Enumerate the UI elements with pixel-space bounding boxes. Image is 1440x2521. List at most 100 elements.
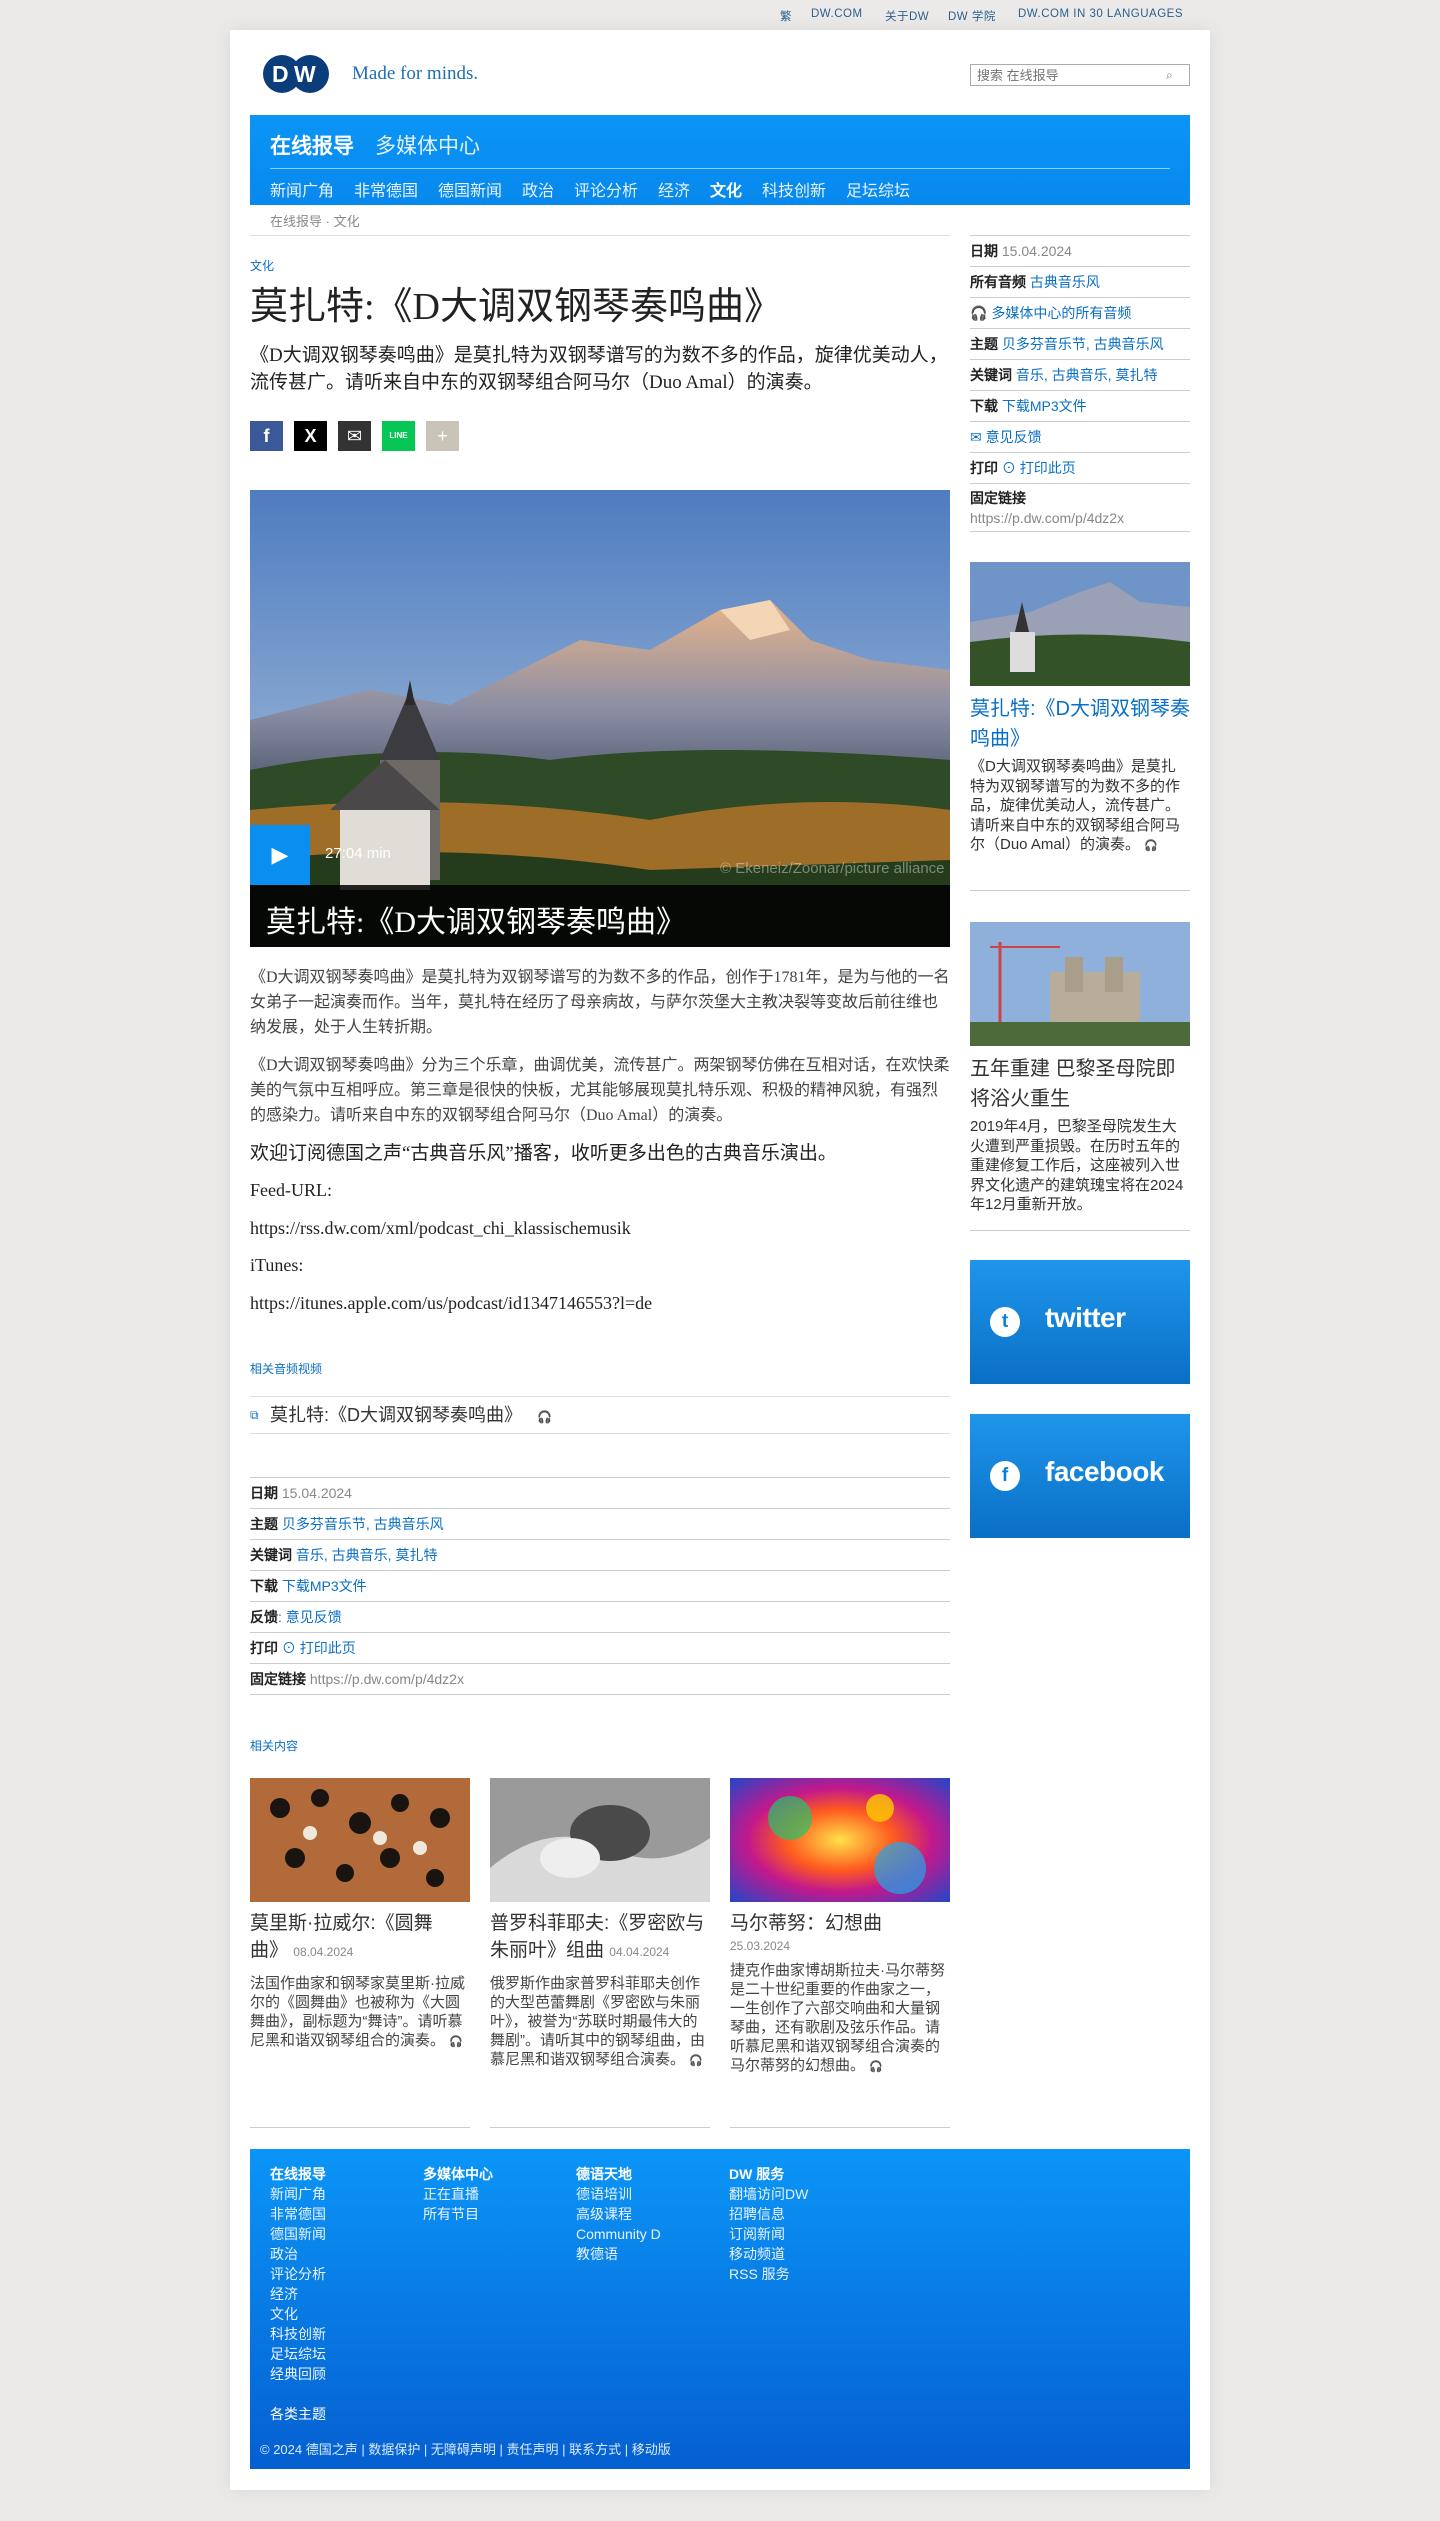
footer-link[interactable]: 所有节目 xyxy=(423,2204,493,2224)
divider xyxy=(970,890,1190,891)
print-link[interactable]: ⊙ 打印此页 xyxy=(282,1640,356,1656)
footer-link[interactable]: 德国新闻 xyxy=(270,2224,326,2244)
traditional-link[interactable]: 繁 xyxy=(780,8,792,24)
about-link[interactable]: 关于DW xyxy=(885,8,929,24)
x-share-icon[interactable]: X xyxy=(294,421,327,451)
dw-logo[interactable]: D W xyxy=(260,50,340,98)
feedback-link[interactable]: ✉ 意见反馈 xyxy=(970,429,1042,445)
info-topic: 主题 贝多芬音乐节, 古典音乐风 xyxy=(250,1509,950,1540)
footer-link[interactable]: 高级课程 xyxy=(576,2204,661,2224)
facebook-share-icon[interactable]: f xyxy=(250,421,283,451)
search-icon[interactable]: ⌕ xyxy=(1166,68,1180,82)
page: D W Made for minds. ⌕ 在线报导 多媒体中心 新闻广角 非常… xyxy=(230,30,1210,2490)
footer-copyright[interactable]: © 2024 德国之声 | 数据保护 | 无障碍声明 | 责任声明 | 联系方式… xyxy=(260,2439,671,2458)
card-text: 俄罗斯作曲家普罗科菲耶夫创作的大型芭蕾舞剧《罗密欧与朱丽叶》，被誉为“苏联时期最… xyxy=(490,1975,705,2068)
search-input[interactable] xyxy=(970,64,1190,86)
footer-link[interactable]: 正在直播 xyxy=(423,2184,493,2204)
footer-link[interactable]: 新闻广角 xyxy=(270,2184,326,2204)
sidebar-thumb[interactable] xyxy=(970,562,1190,686)
download-mp3-link[interactable]: 下载MP3文件 xyxy=(282,1578,367,1594)
sidebar-print: 打印 ⊙ 打印此页 xyxy=(970,453,1190,484)
facebook-banner[interactable]: f facebook xyxy=(970,1414,1190,1538)
sidebar-thumb[interactable] xyxy=(970,922,1190,1046)
footer-link[interactable]: 翻墙访问DW xyxy=(729,2184,808,2204)
article-category[interactable]: 文化 xyxy=(250,257,274,274)
related-av-title: 莫扎特:《D大调双钢琴奏鸣曲》 xyxy=(270,1405,522,1425)
footer-heading[interactable]: DW 服务 xyxy=(729,2164,808,2184)
footer-link[interactable]: 政治 xyxy=(270,2244,326,2264)
nav-item-culture[interactable]: 文化 xyxy=(710,177,742,201)
footer-link[interactable]: 文化 xyxy=(270,2304,326,2324)
hero-caption: 莫扎特:《D大调双钢琴奏鸣曲》 xyxy=(250,885,950,947)
paragraph: 《D大调双钢琴奏鸣曲》分为三个乐章，曲调优美，流传甚广。两架钢琴仿佛在互相对话，… xyxy=(250,1057,950,1124)
footer-link[interactable]: 招聘信息 xyxy=(729,2204,808,2224)
info-keywords: 关键词 音乐, 古典音乐, 莫扎特 xyxy=(250,1540,950,1571)
play-icon[interactable]: ▶ xyxy=(250,825,310,885)
breadcrumb-home[interactable]: 在线报导 xyxy=(270,214,322,229)
keywords-link[interactable]: 音乐, 古典音乐, 莫扎特 xyxy=(296,1547,438,1563)
permalink-value[interactable]: https://p.dw.com/p/4dz2x xyxy=(310,1671,464,1687)
keywords-link[interactable]: 音乐, 古典音乐, 莫扎特 xyxy=(1016,367,1158,383)
footer-heading[interactable]: 德语天地 xyxy=(576,2164,661,2184)
nav-online[interactable]: 在线报导 xyxy=(270,130,354,160)
mail-share-icon[interactable]: ✉ xyxy=(338,421,371,451)
footer-all-topics[interactable]: 各类主题 xyxy=(270,2404,326,2424)
more-share-icon[interactable]: + xyxy=(426,421,459,451)
sidebar-teaser-text: 《D大调双钢琴奏鸣曲》是莫扎特为双钢琴谱写的为数不多的作品，旋律优美动人，流传甚… xyxy=(970,758,1181,853)
breadcrumb-current[interactable]: 文化 xyxy=(334,214,360,229)
footer-link[interactable]: Community D xyxy=(576,2224,661,2244)
headphones-icon: 🎧 xyxy=(449,2036,463,2048)
footer-link[interactable]: 非常德国 xyxy=(270,2204,326,2224)
footer-link[interactable]: 科技创新 xyxy=(270,2324,326,2344)
all-audio-link[interactable]: 🎧 多媒体中心的所有音频 xyxy=(970,305,1131,321)
main-navigation: 在线报导 多媒体中心 新闻广角 非常德国 德国新闻 政治 评论分析 经济 文化 … xyxy=(250,115,1190,205)
nav-item-news[interactable]: 新闻广角 xyxy=(270,177,334,201)
footer-link[interactable]: 教德语 xyxy=(576,2244,661,2264)
nav-item-economy[interactable]: 经济 xyxy=(658,177,690,201)
footer-heading[interactable]: 多媒体中心 xyxy=(423,2164,493,2184)
footer-link[interactable]: 足坛综坛 xyxy=(270,2344,326,2364)
download-mp3-link[interactable]: 下载MP3文件 xyxy=(1002,398,1087,414)
footer-link[interactable]: 订阅新闻 xyxy=(729,2224,808,2244)
sidebar-keywords: 关键词 音乐, 古典音乐, 莫扎特 xyxy=(970,360,1190,391)
headphones-icon: 🎧 xyxy=(689,2055,703,2067)
languages-link[interactable]: DW.COM IN 30 LANGUAGES xyxy=(1018,8,1183,20)
related-av-item[interactable]: ⧉ 莫扎特:《D大调双钢琴奏鸣曲》 🎧 xyxy=(250,1396,950,1434)
card-image xyxy=(250,1778,470,1902)
footer-link[interactable]: 移动频道 xyxy=(729,2244,808,2264)
nav-item-science[interactable]: 科技创新 xyxy=(762,177,826,201)
dwcom-link[interactable]: DW.COM xyxy=(811,8,863,20)
print-link[interactable]: ⊙ 打印此页 xyxy=(1002,460,1076,476)
nav-item-sports[interactable]: 足坛综坛 xyxy=(846,177,910,201)
footer-link[interactable]: RSS 服务 xyxy=(729,2264,808,2284)
nav-item-commentary[interactable]: 评论分析 xyxy=(574,177,638,201)
academy-link[interactable]: DW 学院 xyxy=(948,8,996,24)
topic-link[interactable]: 贝多芬音乐节, 古典音乐风 xyxy=(1002,336,1164,352)
footer-link[interactable]: 经济 xyxy=(270,2284,326,2304)
hero-media[interactable]: © Ekeneiz/Zoonar/picture alliance ▶ 27:0… xyxy=(250,490,950,947)
related-card[interactable]: 普罗科菲耶夫:《罗密欧与朱丽叶》组曲 04.04.2024 俄罗斯作曲家普罗科菲… xyxy=(490,1778,710,2071)
nav-item-germany[interactable]: 非常德国 xyxy=(354,177,418,201)
related-card[interactable]: 马尔蒂努：幻想曲 25.03.2024 捷克作曲家博胡斯拉夫·马尔蒂努是二十世纪… xyxy=(730,1778,950,2077)
line-share-icon[interactable]: LINE xyxy=(382,421,415,451)
related-card[interactable]: 莫里斯·拉威尔:《圆舞曲》 08.04.2024 法国作曲家和钢琴家莫里斯·拉威… xyxy=(250,1778,470,2052)
footer-heading[interactable]: 在线报导 xyxy=(270,2164,326,2184)
footer-link[interactable]: 评论分析 xyxy=(270,2264,326,2284)
footer-col-media: 多媒体中心 正在直播 所有节目 xyxy=(423,2164,493,2224)
sidebar-permalink: 固定链接 https://p.dw.com/p/4dz2x xyxy=(970,484,1190,532)
classical-link[interactable]: 古典音乐风 xyxy=(1030,274,1100,290)
sidebar-teaser-title[interactable]: 五年重建 巴黎圣母院即将浴火重生 xyxy=(970,1054,1190,1114)
card-date: 25.03.2024 xyxy=(730,1939,791,1953)
itunes-url[interactable]: https://itunes.apple.com/us/podcast/id13… xyxy=(250,1293,950,1314)
feedback-link[interactable]: : 意见反馈 xyxy=(278,1609,342,1625)
sidebar-teaser-title[interactable]: 莫扎特:《D大调双钢琴奏鸣曲》 xyxy=(970,694,1190,754)
feed-url[interactable]: https://rss.dw.com/xml/podcast_chi_klass… xyxy=(250,1218,950,1239)
nav-item-german-news[interactable]: 德国新闻 xyxy=(438,177,502,201)
footer-link[interactable]: 经典回顾 xyxy=(270,2364,326,2384)
nav-item-politics[interactable]: 政治 xyxy=(522,177,554,201)
twitter-banner[interactable]: t twitter xyxy=(970,1260,1190,1384)
nav-media[interactable]: 多媒体中心 xyxy=(375,130,480,160)
footer-link[interactable]: 德语培训 xyxy=(576,2184,661,2204)
permalink-value[interactable]: https://p.dw.com/p/4dz2x xyxy=(970,510,1124,526)
topic-link[interactable]: 贝多芬音乐节, 古典音乐风 xyxy=(282,1516,444,1532)
